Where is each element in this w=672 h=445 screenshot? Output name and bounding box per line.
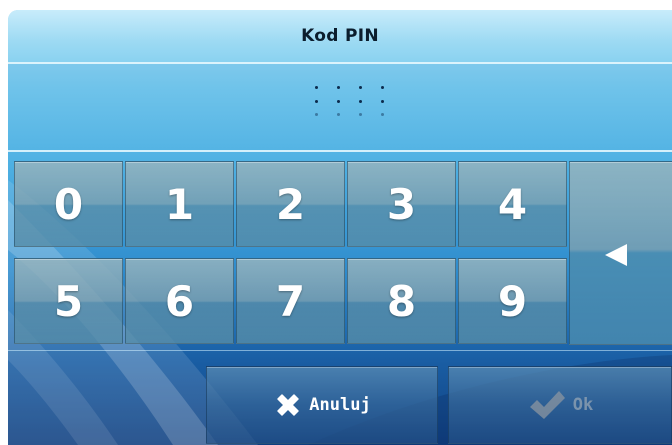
pin-entry-display	[8, 66, 672, 150]
key-8[interactable]: 8	[347, 258, 456, 344]
backspace-arrow-icon	[605, 244, 627, 266]
cancel-button[interactable]: Anuluj	[206, 366, 438, 444]
key-1-label: 1	[164, 179, 195, 229]
key-8-label: 8	[386, 276, 417, 326]
key-4-label: 4	[497, 179, 528, 229]
dialog-title: Kod PIN	[301, 26, 379, 46]
close-x-icon	[277, 394, 300, 416]
title-divider	[8, 62, 672, 64]
key-6[interactable]: 6	[125, 258, 234, 344]
pin-dialog: Kod PIN 0 1 2 3 4 5 6 7 8 9 Anuluj Ok	[8, 10, 672, 445]
key-9-label: 9	[497, 276, 528, 326]
key-3[interactable]: 3	[347, 161, 456, 247]
keypad-divider	[8, 350, 672, 351]
cancel-button-label: Anuluj	[309, 395, 371, 415]
display-divider	[8, 150, 672, 152]
ok-button-label: Ok	[572, 395, 594, 415]
key-2-label: 2	[275, 179, 306, 229]
key-0[interactable]: 0	[14, 161, 123, 247]
ok-button[interactable]: Ok	[448, 366, 672, 444]
key-0-label: 0	[53, 179, 84, 229]
key-4[interactable]: 4	[458, 161, 567, 247]
key-3-label: 3	[386, 179, 417, 229]
key-5[interactable]: 5	[14, 258, 123, 344]
title-bar: Kod PIN	[8, 10, 672, 62]
pin-placeholder-dots	[313, 86, 393, 136]
backspace-button[interactable]	[569, 161, 672, 345]
key-2[interactable]: 2	[236, 161, 345, 247]
key-9[interactable]: 9	[458, 258, 567, 344]
key-7[interactable]: 7	[236, 258, 345, 344]
key-5-label: 5	[53, 276, 84, 326]
key-7-label: 7	[275, 276, 306, 326]
key-1[interactable]: 1	[125, 161, 234, 247]
checkmark-icon	[529, 391, 565, 419]
key-6-label: 6	[164, 276, 195, 326]
